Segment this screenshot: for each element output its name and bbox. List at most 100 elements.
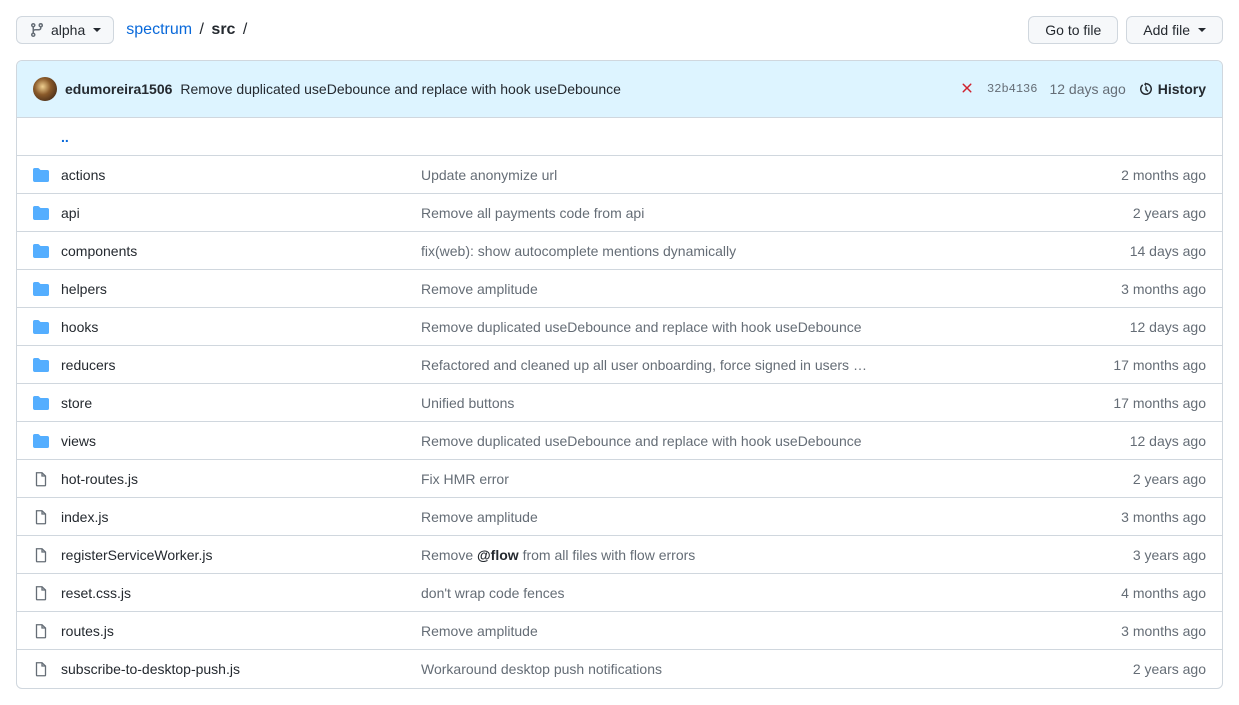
entry-commit-link[interactable]: Update anonymize url <box>421 167 557 183</box>
table-row: routes.js Remove amplitude 3 months ago <box>17 612 1222 650</box>
entry-commit-message: Remove duplicated useDebounce and replac… <box>421 433 1130 449</box>
commit-author[interactable]: edumoreira1506 <box>65 81 172 97</box>
entry-link[interactable]: hooks <box>61 319 98 335</box>
entry-age: 12 days ago <box>1130 433 1206 449</box>
folder-icon <box>33 243 61 259</box>
entry-commit-message: Update anonymize url <box>421 167 1121 183</box>
entry-commit-link[interactable]: Remove amplitude <box>421 281 538 297</box>
history-label: History <box>1158 81 1206 97</box>
entry-commit-message: Remove duplicated useDebounce and replac… <box>421 319 1130 335</box>
git-branch-icon <box>29 22 45 38</box>
entry-commit-link[interactable]: don't wrap code fences <box>421 585 565 601</box>
entry-commit-link[interactable]: fix(web): show autocomplete mentions dyn… <box>421 243 736 259</box>
table-row: actionsUpdate anonymize url2 months ago <box>17 156 1222 194</box>
commit-sha[interactable]: 32b4136 <box>987 82 1037 96</box>
entry-name: reset.css.js <box>61 585 421 601</box>
entry-link[interactable]: registerServiceWorker.js <box>61 547 212 563</box>
folder-icon <box>33 281 61 297</box>
entry-commit-message: Remove amplitude <box>421 281 1121 297</box>
entry-name: hooks <box>61 319 421 335</box>
entry-name: hot-routes.js <box>61 471 421 487</box>
commit-message[interactable]: Remove duplicated useDebounce and replac… <box>180 81 621 97</box>
entry-link[interactable]: actions <box>61 167 105 183</box>
branch-select-button[interactable]: alpha <box>16 16 114 44</box>
breadcrumb: spectrum / src / <box>126 21 250 39</box>
table-row: registerServiceWorker.js Remove @flow fro… <box>17 536 1222 574</box>
entry-commit-link[interactable]: Remove amplitude <box>421 623 538 639</box>
entry-commit-message: Fix HMR error <box>421 471 1133 487</box>
entry-commit-message: Remove @flow from all files with flow er… <box>421 547 1133 563</box>
file-icon <box>33 471 61 487</box>
entry-name: index.js <box>61 509 421 525</box>
entry-commit-link[interactable]: Fix HMR error <box>421 471 509 487</box>
go-to-file-button[interactable]: Go to file <box>1028 16 1118 44</box>
entry-link[interactable]: views <box>61 433 96 449</box>
entry-link[interactable]: api <box>61 205 80 221</box>
breadcrumb-repo-link[interactable]: spectrum <box>126 21 192 38</box>
entry-age: 14 days ago <box>1130 243 1206 259</box>
entry-link[interactable]: helpers <box>61 281 107 297</box>
entry-commit-message: don't wrap code fences <box>421 585 1121 601</box>
topbar-left: alpha spectrum / src / <box>16 16 250 44</box>
table-row: views Remove duplicated useDebounce and r… <box>17 422 1222 460</box>
entry-age: 2 years ago <box>1133 471 1206 487</box>
entry-commit-link[interactable]: Refactored and cleaned up all user onboa… <box>421 357 867 373</box>
entry-age: 3 months ago <box>1121 509 1206 525</box>
entry-commit-message: Refactored and cleaned up all user onboa… <box>421 357 1113 373</box>
avatar[interactable] <box>33 77 57 101</box>
entry-commit-message: Remove amplitude <box>421 623 1121 639</box>
commit-age: 12 days ago <box>1049 81 1125 97</box>
table-row: index.js Remove amplitude 3 months ago <box>17 498 1222 536</box>
status-failed-icon[interactable] <box>959 80 975 99</box>
entry-age: 12 days ago <box>1130 319 1206 335</box>
entry-commit-link[interactable]: Remove duplicated useDebounce and replac… <box>421 433 862 449</box>
table-row: hooks Remove duplicated useDebounce and r… <box>17 308 1222 346</box>
folder-icon <box>33 205 61 221</box>
entry-link[interactable]: reducers <box>61 357 115 373</box>
table-row: subscribe-to-desktop-push.js Workaround d… <box>17 650 1222 688</box>
entry-commit-link[interactable]: Workaround desktop push notifications <box>421 661 662 677</box>
folder-icon <box>33 357 61 373</box>
entry-age: 17 months ago <box>1113 395 1206 411</box>
entry-link[interactable]: index.js <box>61 509 108 525</box>
file-icon <box>33 661 61 677</box>
entry-name: actions <box>61 167 421 183</box>
history-icon <box>1138 81 1154 97</box>
file-icon <box>33 623 61 639</box>
add-file-label: Add file <box>1143 22 1190 38</box>
breadcrumb-separator: / <box>243 21 247 38</box>
entry-name: registerServiceWorker.js <box>61 547 421 563</box>
add-file-button[interactable]: Add file <box>1126 16 1223 44</box>
entry-link[interactable]: store <box>61 395 92 411</box>
parent-directory-link[interactable]: .. <box>61 129 69 145</box>
entry-link[interactable]: components <box>61 243 137 259</box>
entry-link[interactable]: subscribe-to-desktop-push.js <box>61 661 240 677</box>
entry-commit-link[interactable]: Remove duplicated useDebounce and replac… <box>421 319 862 335</box>
entry-link[interactable]: hot-routes.js <box>61 471 138 487</box>
entry-commit-link[interactable]: Remove amplitude <box>421 509 538 525</box>
entry-age: 3 months ago <box>1121 623 1206 639</box>
entry-name: reducers <box>61 357 421 373</box>
table-row: reducers Refactored and cleaned up all us… <box>17 346 1222 384</box>
topbar-right: Go to file Add file <box>1028 16 1223 44</box>
entry-age: 2 years ago <box>1133 661 1206 677</box>
latest-commit-header: edumoreira1506 Remove duplicated useDebo… <box>17 61 1222 118</box>
table-row: helpers Remove amplitude 3 months ago <box>17 270 1222 308</box>
file-icon <box>33 547 61 563</box>
entry-commit-message: Workaround desktop push notifications <box>421 661 1133 677</box>
parent-directory-row[interactable]: .. <box>17 118 1222 156</box>
entry-commit-link[interactable]: Remove @flow from all files with flow er… <box>421 547 695 563</box>
entry-name: views <box>61 433 421 449</box>
entry-link[interactable]: routes.js <box>61 623 114 639</box>
entry-commit-link[interactable]: Remove all payments code from api <box>421 205 644 221</box>
entry-link[interactable]: reset.css.js <box>61 585 131 601</box>
breadcrumb-current: src <box>211 21 235 38</box>
folder-icon <box>33 319 61 335</box>
entry-commit-link[interactable]: Unified buttons <box>421 395 514 411</box>
entry-age: 3 months ago <box>1121 281 1206 297</box>
entry-name: routes.js <box>61 623 421 639</box>
table-row: reset.css.jsdon't wrap code fences4 mont… <box>17 574 1222 612</box>
history-link[interactable]: History <box>1138 81 1206 97</box>
table-row: store Unified buttons 17 months ago <box>17 384 1222 422</box>
caret-down-icon <box>1198 28 1206 32</box>
